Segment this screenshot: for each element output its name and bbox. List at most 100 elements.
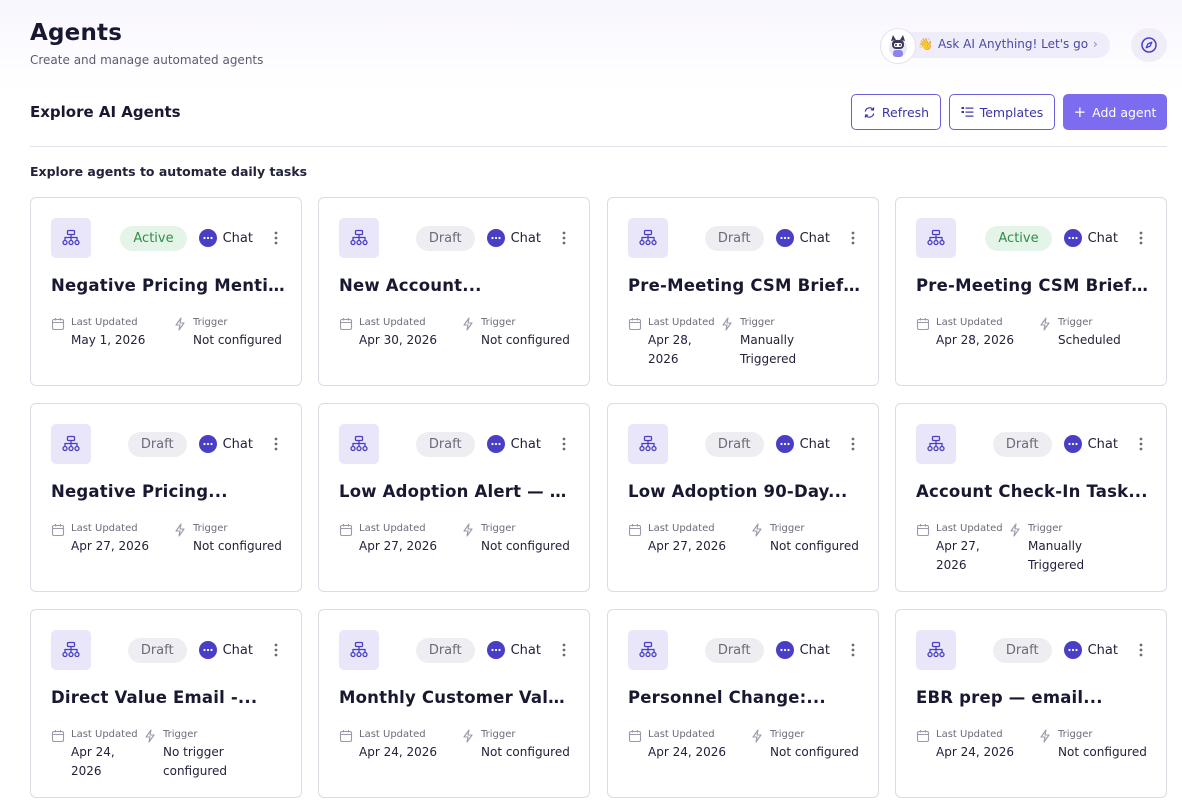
calendar-icon [339, 524, 353, 537]
trigger-label: Trigger [193, 317, 228, 328]
ask-ai-label-group[interactable]: 👋 Ask AI Anything! Let's go › [918, 37, 1098, 51]
last-updated-block: Last Updated Apr 27, 2026 [339, 522, 467, 555]
more-options-icon[interactable] [271, 231, 281, 245]
trigger-value: Scheduled [1058, 333, 1121, 347]
trigger-block: Trigger Manually Triggered [1008, 522, 1084, 574]
last-updated-block: Last Updated Apr 24, 2026 [339, 728, 467, 761]
trigger-value: Not configured [770, 745, 859, 759]
more-options-icon[interactable] [559, 231, 569, 245]
card-header: Draft Chat [415, 636, 569, 664]
agent-card[interactable]: Draft Chat Monthly Customer Valu... Last… [318, 609, 590, 798]
agent-card[interactable]: Draft Chat New Account... Last Updated A… [318, 197, 590, 386]
more-options-icon[interactable] [848, 231, 858, 245]
last-updated-label: Last Updated [936, 317, 1003, 328]
last-updated-block: Last Updated Apr 27, 2026 [916, 522, 1014, 574]
more-options-icon[interactable] [1136, 231, 1146, 245]
more-options-icon[interactable] [559, 437, 569, 451]
lightning-icon [145, 729, 155, 743]
agent-card[interactable]: Draft Chat Account Check-In Task... Last… [895, 403, 1167, 592]
agent-workflow-icon [628, 630, 668, 670]
agent-name: EBR prep — email... [916, 688, 1103, 707]
chat-bubble-icon [486, 229, 505, 247]
lightning-icon [752, 523, 762, 537]
section-title: Explore AI Agents [30, 103, 181, 121]
chat-bubble-icon [1063, 229, 1082, 247]
agent-name: New Account... [339, 276, 482, 295]
agent-card[interactable]: Draft Chat Negative Pricing... Last Upda… [30, 403, 302, 592]
card-header: Draft Chat [992, 430, 1146, 458]
agent-card[interactable]: Draft Chat Pre-Meeting CSM Briefi... Las… [607, 197, 879, 386]
more-options-icon[interactable] [848, 437, 858, 451]
robot-cat-icon [889, 35, 907, 57]
last-updated-value: Apr 30, 2026 [359, 333, 438, 347]
agent-card[interactable]: Draft Chat Personnel Change:... Last Upd… [607, 609, 879, 798]
hierarchy-icon [927, 641, 945, 658]
trigger-label: Trigger [481, 317, 516, 328]
more-options-icon[interactable] [848, 643, 858, 657]
more-options-icon[interactable] [1136, 437, 1146, 451]
assistant-avatar[interactable] [880, 28, 916, 64]
card-header: Draft Chat [704, 430, 858, 458]
last-updated-label: Last Updated [936, 729, 1003, 740]
trigger-block: Trigger Not configured [1038, 728, 1147, 761]
chat-tag: Chat [1063, 641, 1118, 659]
calendar-icon [51, 524, 65, 537]
trigger-label: Trigger [1028, 523, 1063, 534]
last-updated-label: Last Updated [359, 317, 426, 328]
agent-workflow-icon [339, 630, 379, 670]
more-options-icon[interactable] [1136, 643, 1146, 657]
refresh-button[interactable]: Refresh [851, 94, 941, 130]
more-options-icon[interactable] [271, 437, 281, 451]
add-agent-button[interactable]: + Add agent [1063, 94, 1167, 130]
chat-tag: Chat [486, 641, 541, 659]
last-updated-label: Last Updated [648, 523, 715, 534]
agent-name: Account Check-In Task... [916, 482, 1148, 501]
chat-tag: Chat [198, 641, 253, 659]
section-subtitle: Explore agents to automate daily tasks [30, 164, 308, 179]
last-updated-label: Last Updated [359, 729, 426, 740]
trigger-label: Trigger [740, 317, 775, 328]
refresh-label: Refresh [881, 104, 930, 120]
trigger-value: Manually [1028, 539, 1083, 553]
agent-card[interactable]: Active Chat Negative Pricing Mentio... L… [30, 197, 302, 386]
chat-label: Chat [222, 642, 253, 658]
trigger-value: No trigger [163, 745, 224, 759]
refresh-icon [864, 106, 875, 118]
chat-label: Chat [799, 230, 830, 246]
last-updated-label: Last Updated [71, 729, 138, 740]
agent-card[interactable]: Draft Chat Direct Value Email -... Last … [30, 609, 302, 798]
agent-card[interactable]: Draft Chat Low Adoption Alert — 6... Las… [318, 403, 590, 592]
chat-tag: Chat [486, 435, 541, 453]
hierarchy-icon [62, 641, 80, 658]
last-updated-label: Last Updated [648, 729, 715, 740]
status-badge: Draft [992, 637, 1052, 663]
status-badge: Draft [992, 431, 1052, 457]
last-updated-value: Apr 27, 2026 [359, 539, 438, 553]
agent-card[interactable]: Draft Chat EBR prep — email... Last Upda… [895, 609, 1167, 798]
wave-emoji-icon: 👋 [918, 37, 933, 51]
trigger-block: Trigger No trigger configured [143, 728, 227, 780]
trigger-value: Not configured [770, 539, 859, 553]
explore-button[interactable] [1131, 28, 1167, 62]
chat-label: Chat [510, 230, 541, 246]
more-options-icon[interactable] [559, 643, 569, 657]
calendar-icon [916, 524, 930, 537]
card-header: Draft Chat [415, 224, 569, 252]
trigger-value: Triggered [740, 352, 797, 366]
trigger-label: Trigger [193, 523, 228, 534]
agent-name: Low Adoption Alert — 6... [339, 482, 575, 501]
calendar-icon [628, 318, 642, 331]
trigger-value: Not configured [193, 333, 282, 347]
chevron-right-icon: › [1093, 37, 1098, 51]
hierarchy-icon [927, 435, 945, 452]
agent-name: Monthly Customer Valu... [339, 688, 575, 707]
templates-button[interactable]: Templates [949, 94, 1055, 130]
chat-tag: Chat [1063, 229, 1118, 247]
trigger-block: Trigger Not configured [461, 316, 570, 349]
more-options-icon[interactable] [271, 643, 281, 657]
trigger-label: Trigger [1058, 729, 1093, 740]
agent-name: Pre-Meeting CSM Briefi... [916, 276, 1152, 295]
chat-bubble-icon [775, 229, 794, 247]
agent-card[interactable]: Draft Chat Low Adoption 90-Day... Last U… [607, 403, 879, 592]
agent-card[interactable]: Active Chat Pre-Meeting CSM Briefi... La… [895, 197, 1167, 386]
